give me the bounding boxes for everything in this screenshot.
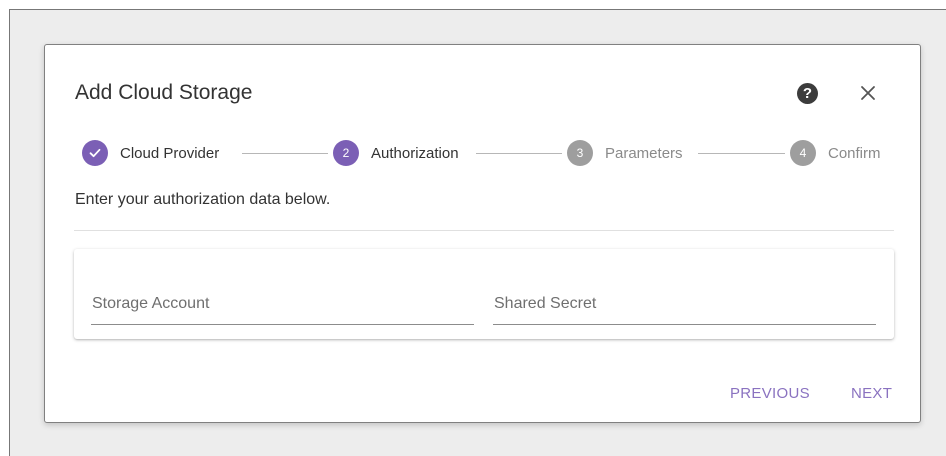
dialog-title: Add Cloud Storage: [75, 81, 253, 104]
shared-secret-input[interactable]: Shared Secret: [493, 279, 876, 325]
storage-account-label: Storage Account: [92, 295, 210, 312]
step-label: Cloud Provider: [120, 144, 220, 162]
step-number: 4: [790, 140, 816, 166]
step-number: 2: [333, 140, 359, 166]
question-circle-icon[interactable]: ?: [797, 83, 818, 104]
previous-button[interactable]: PREVIOUS: [730, 385, 810, 402]
storage-account-input[interactable]: Storage Account: [91, 279, 474, 325]
instruction-text: Enter your authorization data below.: [75, 191, 331, 208]
step-cloud-provider[interactable]: Cloud Provider: [82, 138, 219, 168]
divider: [74, 230, 894, 231]
step-connector: [698, 153, 785, 154]
check-icon: [82, 140, 108, 166]
step-connector: [476, 153, 562, 154]
step-connector: [242, 153, 328, 154]
step-authorization[interactable]: 2 Authorization: [333, 138, 459, 168]
step-label: Authorization: [371, 144, 459, 162]
stepper: Cloud Provider 2 Authorization 3 Paramet…: [82, 138, 896, 168]
step-confirm[interactable]: 4 Confirm: [790, 138, 881, 168]
authorization-form-card: Storage Account Shared Secret: [74, 249, 894, 339]
step-label: Confirm: [828, 144, 881, 162]
next-button[interactable]: NEXT: [851, 385, 892, 402]
close-icon[interactable]: [856, 81, 880, 105]
shared-secret-label: Shared Secret: [494, 295, 597, 312]
step-label: Parameters: [605, 144, 683, 162]
step-parameters[interactable]: 3 Parameters: [567, 138, 683, 168]
add-cloud-storage-dialog: Add Cloud Storage ? Cloud Provider 2 Aut…: [44, 44, 921, 423]
step-number: 3: [567, 140, 593, 166]
